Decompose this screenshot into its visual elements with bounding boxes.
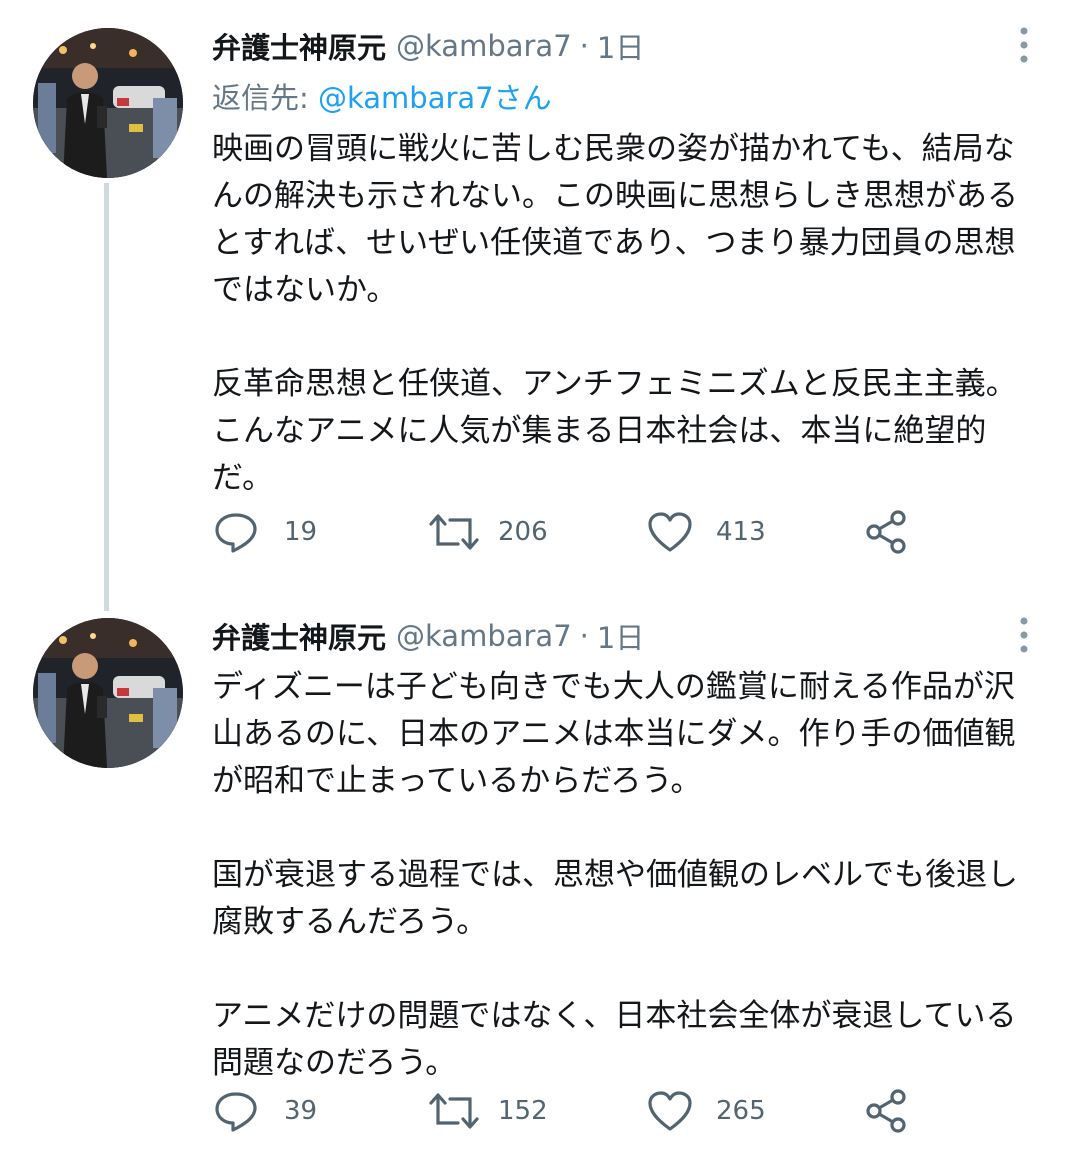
tweet-actions: 39 152 265: [212, 1086, 1042, 1136]
tweet-age[interactable]: 1日: [597, 615, 644, 657]
tweet-header: 弁護士神原元 @kambara7 · 1日: [212, 616, 644, 656]
more-vertical-icon: [1012, 24, 1036, 68]
display-name[interactable]: 弁護士神原元: [212, 615, 386, 657]
retweet-count: 206: [498, 517, 548, 547]
avatar[interactable]: [33, 618, 183, 768]
reply-icon: [212, 1089, 260, 1133]
display-name[interactable]: 弁護士神原元: [212, 25, 386, 67]
reply-button[interactable]: 39: [212, 1086, 317, 1136]
tweet-actions: 19 206 413: [212, 507, 1042, 557]
reply-mention-link[interactable]: @kambara7さん: [318, 81, 552, 115]
tweet-paragraph: 映画の冒頭に戦火に苦しむ民衆の姿が描かれても、結局なんの解決も示されない。この映…: [212, 131, 1018, 308]
more-vertical-icon: [1012, 614, 1036, 658]
retweet-count: 152: [498, 1096, 548, 1126]
retweet-icon: [426, 1089, 482, 1133]
reply-count: 19: [284, 517, 318, 547]
retweet-button[interactable]: 206: [426, 507, 548, 557]
reply-prefix: 返信先:: [212, 81, 309, 115]
tweet-age[interactable]: 1日: [597, 25, 644, 67]
tweet-header: 弁護士神原元 @kambara7 · 1日: [212, 26, 644, 66]
share-button[interactable]: [862, 1086, 910, 1136]
reply-icon: [212, 510, 260, 554]
user-handle[interactable]: @kambara7: [396, 29, 572, 63]
tweet-paragraph: ディズニーは子ども向きでも大人の鑑賞に耐える作品が沢山あるのに、日本のアニメは本…: [212, 669, 1016, 799]
reply-count: 39: [284, 1096, 318, 1126]
retweet-icon: [426, 510, 482, 554]
share-icon: [862, 1087, 910, 1135]
tweet-paragraph: アニメだけの問題ではなく、日本社会全体が衰退している問題なのだろう。: [212, 998, 1017, 1081]
heart-icon: [646, 1089, 694, 1133]
like-count: 265: [716, 1096, 766, 1126]
like-button[interactable]: 265: [646, 1086, 766, 1136]
retweet-button[interactable]: 152: [426, 1086, 548, 1136]
reply-context: 返信先: @kambara7さん: [212, 75, 552, 117]
like-button[interactable]: 413: [646, 507, 766, 557]
like-count: 413: [716, 517, 766, 547]
heart-icon: [646, 510, 694, 554]
more-options-button[interactable]: [1012, 614, 1036, 658]
tweet-2[interactable]: 弁護士神原元 @kambara7 · 1日 ディズニーは子ども向きでも大人の鑑賞…: [0, 600, 1080, 1164]
more-options-button[interactable]: [1012, 24, 1036, 68]
tweet-paragraph: 国が衰退する過程では、思想や価値観のレベルでも後退し腐敗するんだろう。: [212, 857, 1018, 940]
separator-dot: ·: [579, 619, 589, 653]
tweet-text: 映画の冒頭に戦火に苦しむ民衆の姿が描かれても、結局なんの解決も示されない。この映…: [212, 126, 1042, 502]
avatar[interactable]: [33, 28, 183, 178]
share-icon: [862, 508, 910, 556]
user-handle[interactable]: @kambara7: [396, 619, 572, 653]
share-button[interactable]: [862, 507, 910, 557]
reply-button[interactable]: 19: [212, 507, 317, 557]
tweet-paragraph: 反革命思想と任侠道、アンチフェミニズムと反民主主義。こんなアニメに人気が集まる日…: [212, 366, 1017, 496]
tweet-text: ディズニーは子ども向きでも大人の鑑賞に耐える作品が沢山あるのに、日本のアニメは本…: [212, 664, 1042, 1087]
separator-dot: ·: [579, 29, 589, 63]
tweet-1[interactable]: 弁護士神原元 @kambara7 · 1日 返信先: @kambara7さん 映…: [0, 0, 1080, 600]
